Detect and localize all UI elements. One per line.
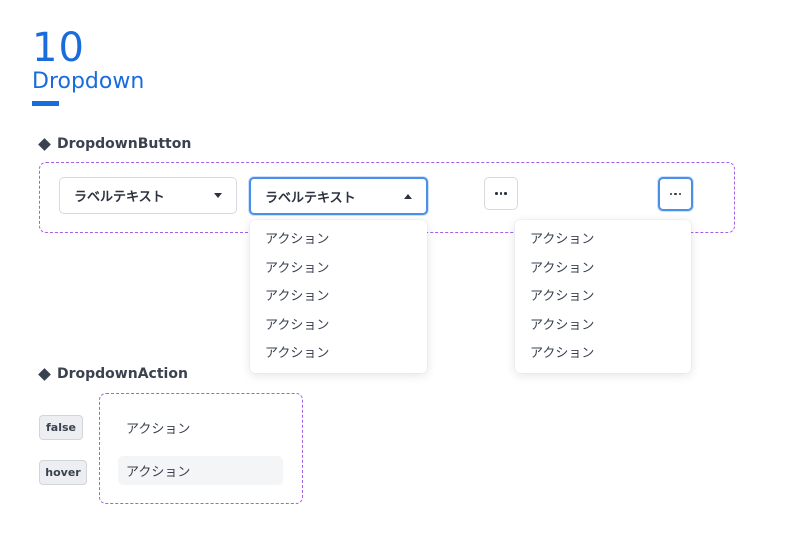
menu-item[interactable]: アクション bbox=[515, 226, 691, 255]
diamond-icon bbox=[38, 137, 51, 151]
more-horizontal-icon bbox=[669, 192, 682, 196]
menu-item[interactable]: アクション bbox=[515, 255, 691, 284]
diamond-icon bbox=[38, 367, 51, 381]
dropdown-action-default[interactable]: アクション bbox=[118, 413, 283, 441]
menu-item[interactable]: アクション bbox=[515, 312, 691, 341]
menu-item[interactable]: アクション bbox=[515, 340, 691, 369]
section-heading-dropdown-button: DropdownButton bbox=[38, 136, 191, 152]
dropdown-action-frame bbox=[99, 393, 303, 504]
caret-down-icon bbox=[214, 193, 222, 198]
more-button-open[interactable] bbox=[658, 177, 693, 211]
more-horizontal-icon bbox=[495, 192, 507, 195]
dropdown-menu: アクション アクション アクション アクション アクション bbox=[250, 220, 427, 373]
menu-item[interactable]: アクション bbox=[250, 312, 427, 341]
section-heading-label: DropdownButton bbox=[57, 136, 192, 152]
dropdown-button-open[interactable]: ラベルテキスト bbox=[249, 177, 428, 215]
menu-item[interactable]: アクション bbox=[250, 283, 427, 312]
page-title: Dropdown bbox=[32, 69, 145, 94]
menu-item[interactable]: アクション bbox=[250, 255, 427, 284]
more-dropdown-menu: アクション アクション アクション アクション アクション bbox=[515, 220, 691, 373]
more-button-default[interactable] bbox=[484, 177, 518, 210]
menu-item[interactable]: アクション bbox=[250, 226, 427, 255]
dropdown-button-default[interactable]: ラベルテキスト bbox=[59, 177, 237, 214]
section-heading-label: DropdownAction bbox=[57, 366, 188, 382]
state-badge-hover: hover bbox=[39, 460, 87, 485]
title-underline bbox=[32, 101, 59, 106]
dropdown-button-label: ラベルテキスト bbox=[265, 190, 356, 206]
section-heading-dropdown-action: DropdownAction bbox=[38, 366, 188, 382]
dropdown-button-label: ラベルテキスト bbox=[74, 190, 165, 205]
page-number: 10 bbox=[32, 25, 85, 71]
state-badge-false: false bbox=[39, 415, 83, 440]
dropdown-action-hover[interactable]: アクション bbox=[118, 456, 283, 485]
menu-item[interactable]: アクション bbox=[515, 283, 691, 312]
menu-item[interactable]: アクション bbox=[250, 340, 427, 369]
caret-up-icon bbox=[404, 193, 412, 199]
